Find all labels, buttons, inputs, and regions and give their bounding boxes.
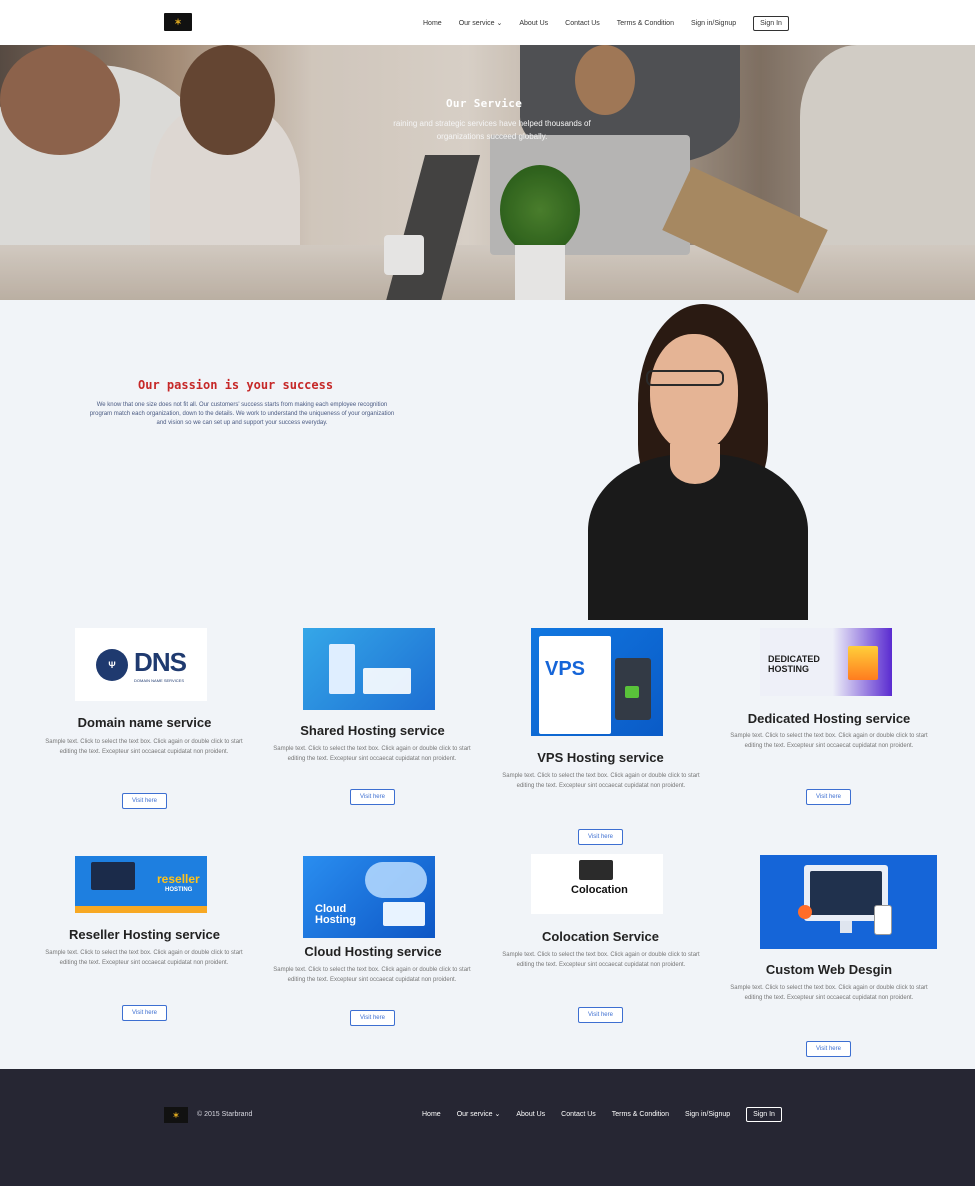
dedicated-hosting-image: DEDICATED HOSTING [760,628,892,696]
vps-hosting-image: VPS [531,628,663,736]
hero-banner: Our Service raining and strategic servic… [0,45,975,300]
passion-title: Our passion is your success [138,378,334,392]
service-desc: Sample text. Click to select the text bo… [502,773,700,789]
chevron-down-icon: ⌄ [494,1111,501,1118]
woman-face-shape [650,334,738,452]
hero-title: Our Service [446,97,523,110]
cloud-icon [365,862,427,898]
sign-in-button[interactable]: Sign In [753,15,789,31]
service-title: Shared Hosting service [300,723,445,738]
service-desc: Sample text. Click to select the text bo… [502,952,700,968]
phone-icon [874,905,892,935]
visit-here-button[interactable]: Visit here [122,1005,167,1021]
service-desc: Sample text. Click to select the text bo… [730,985,928,1001]
shared-hosting-desk-shape [363,668,411,694]
nav-our-service-label: Our service [458,20,495,27]
footer-sign-in-button[interactable]: Sign In [746,1106,782,1122]
server-rack-icon [579,860,613,880]
dns-image: Ψ DNS DOMAIN NAME SERVICES [75,628,207,701]
footer-nav-home[interactable]: Home [422,1111,441,1118]
dns-logo-icon: Ψ [96,648,129,681]
service-title: Reseller Hosting service [68,927,221,942]
custom-web-design-image [760,855,937,949]
footer-nav-contact[interactable]: Contact Us [561,1111,596,1118]
code-badge-icon [798,905,812,919]
monitor-icon [91,862,135,890]
vps-panel-shape [539,636,611,734]
service-title: Dedicated Hosting service [747,711,911,726]
nav-our-service[interactable]: Our service ⌄ [459,19,503,27]
nav-signup[interactable]: Sign in/Signup [691,20,736,27]
copyright-text: © 2015 Starbrand [197,1111,253,1118]
cloud-image-label: Cloud Hosting [315,903,356,926]
service-title: VPS Hosting service [537,750,664,765]
main-nav: Home Our service ⌄ About Us Contact Us Te… [423,14,789,32]
service-title: Custom Web Desgin [765,962,893,977]
smiling-woman-image [588,304,808,620]
dns-logo: Ψ DNS DOMAIN NAME SERVICES [96,646,187,683]
nav-contact[interactable]: Contact Us [565,20,600,27]
visit-here-button[interactable]: Visit here [350,1010,395,1026]
reseller-hosting-image: reseller HOSTING [75,856,207,913]
service-desc: Sample text. Click to select the text bo… [730,733,928,749]
dns-logo-words: DNS DOMAIN NAME SERVICES [134,646,187,683]
nav-terms[interactable]: Terms & Condition [617,20,674,27]
dns-logo-text: DNS [134,646,187,677]
shared-hosting-image [303,628,435,710]
footer-nav-our-service[interactable]: Our service ⌄ [457,1110,501,1118]
colocation-image-label: Colocation [571,884,628,896]
service-title: Cloud Hosting service [304,944,442,959]
service-desc: Sample text. Click to select the text bo… [273,967,471,983]
passion-text: We know that one size does not fit all. … [89,402,395,426]
reseller-image-label: reseller [157,872,200,886]
service-desc: Sample text. Click to select the text bo… [273,746,471,762]
dns-logo-subtext: DOMAIN NAME SERVICES [134,677,184,683]
visit-here-button[interactable]: Visit here [806,789,851,805]
hero-subtitle: raining and strategic services have help… [393,119,591,141]
cloud-hosting-image: Cloud Hosting [303,856,435,938]
service-title: Colocation Service [541,929,660,944]
monitor-stand-shape [840,921,852,933]
chevron-down-icon: ⌄ [496,20,503,27]
visit-here-button[interactable]: Visit here [806,1041,851,1057]
footer-nav-our-service-label: Our service [456,1111,493,1118]
colocation-image: Colocation [531,854,663,914]
shared-hosting-server-shape [329,644,355,694]
nav-about[interactable]: About Us [519,20,548,27]
visit-here-button[interactable]: Visit here [122,793,167,809]
service-desc: Sample text. Click to select the text bo… [45,950,243,966]
footer-nav: Home Our service ⌄ About Us Contact Us Te… [422,1105,782,1123]
code-editor-icon [810,871,882,915]
service-title: Domain name service [77,715,212,730]
footer-nav-about[interactable]: About Us [516,1111,545,1118]
brand-logo-icon[interactable]: ✶ [164,13,192,31]
hero-overlay [0,45,975,300]
visit-here-button[interactable]: Visit here [350,789,395,805]
service-desc: Sample text. Click to select the text bo… [45,739,243,755]
visit-here-button[interactable]: Visit here [578,1007,623,1023]
laptop-icon [383,902,425,926]
server-stack-icon [848,646,878,680]
shield-icon [625,686,639,698]
vps-image-label: VPS [545,658,586,680]
reseller-image-sublabel: HOSTING [165,887,193,893]
footer-nav-terms[interactable]: Terms & Condition [612,1111,669,1118]
dedicated-image-label: DEDICATED HOSTING [768,654,820,674]
footer-nav-signup[interactable]: Sign in/Signup [685,1111,730,1118]
top-navbar: ✶ Home Our service ⌄ About Us Contact Us … [0,0,975,45]
footer-logo-icon[interactable]: ✶ [164,1107,188,1123]
nav-home[interactable]: Home [423,20,442,27]
woman-glasses-shape [646,370,724,386]
reseller-bar-shape [75,906,207,913]
visit-here-button[interactable]: Visit here [578,829,623,845]
footer: ✶ © 2015 Starbrand Home Our service ⌄ Abo… [0,1069,975,1186]
